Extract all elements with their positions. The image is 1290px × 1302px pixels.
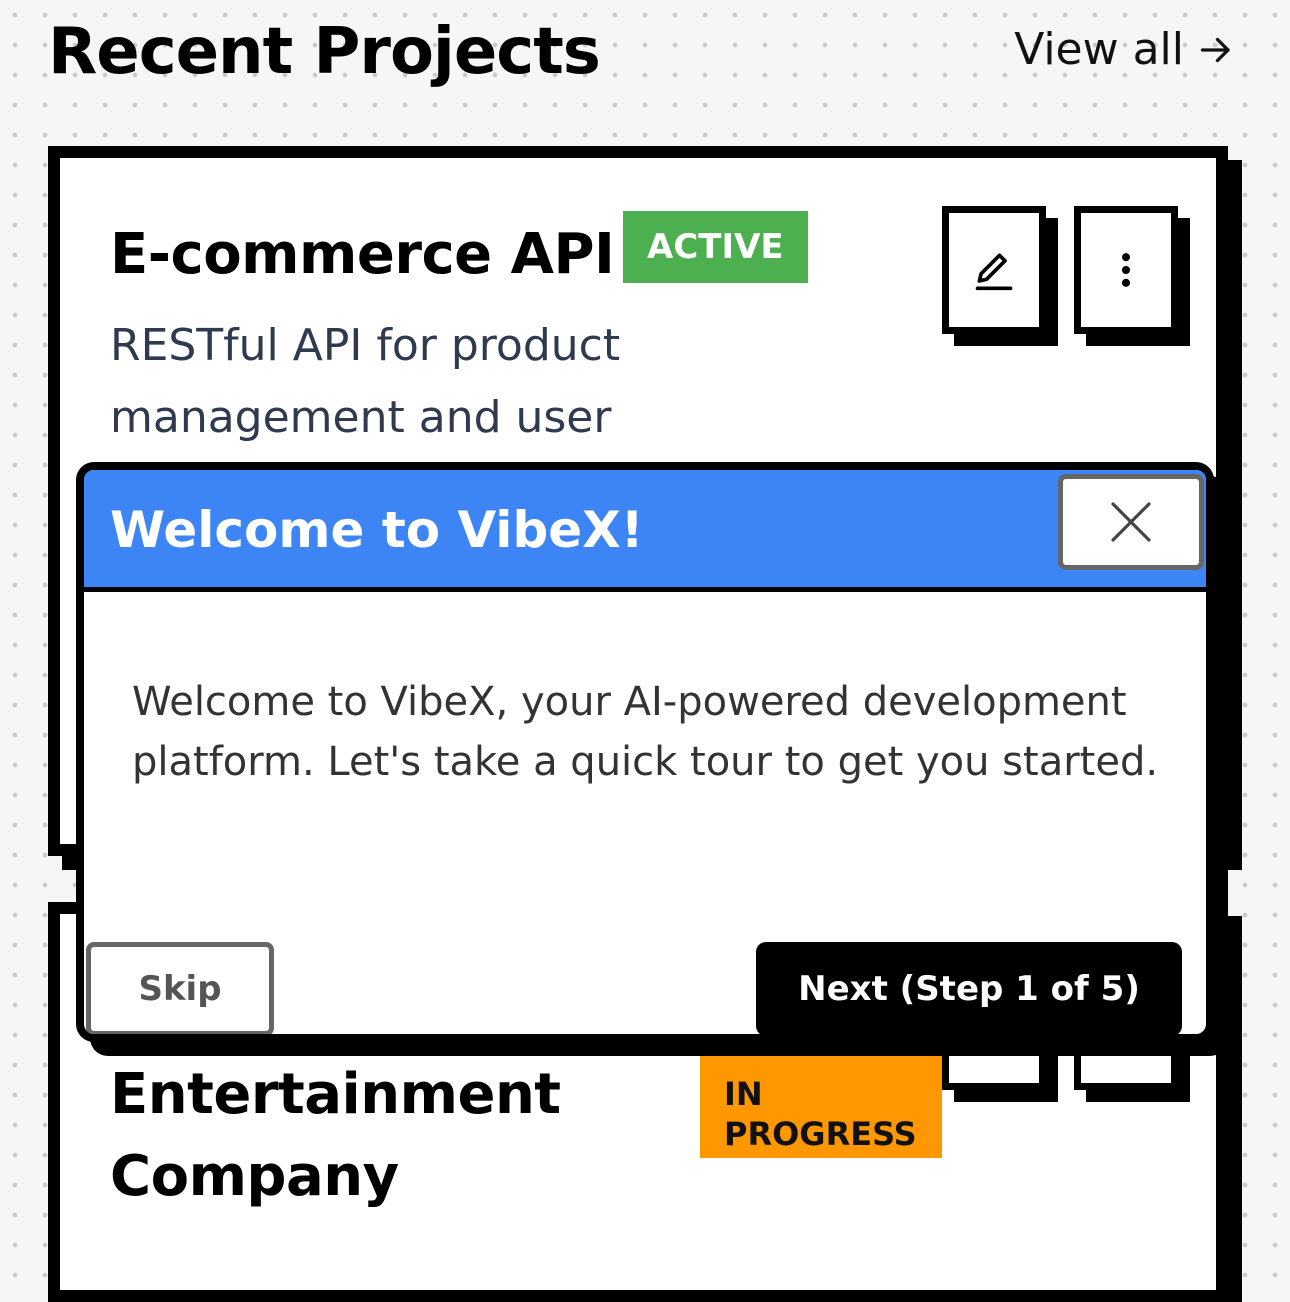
arrow-right-icon — [1200, 37, 1230, 63]
dialog-title: Welcome to VibeX! — [110, 501, 644, 559]
edit-project-button[interactable] — [942, 206, 1046, 334]
close-icon — [1111, 502, 1151, 542]
next-step-button[interactable]: Next (Step 1 of 5) — [756, 942, 1182, 1034]
view-all-link[interactable]: View all — [1014, 20, 1234, 80]
project-description: RESTful API for product management and u… — [110, 320, 621, 443]
close-button[interactable] — [1058, 474, 1204, 570]
view-all-label: View all — [1014, 24, 1184, 75]
skip-button[interactable]: Skip — [86, 942, 274, 1034]
status-badge: ACTIVE — [623, 211, 808, 283]
page-title: Recent Projects — [48, 15, 601, 89]
dialog-header: Welcome to VibeX! — [84, 470, 1206, 592]
project-title[interactable]: Entertainment Company — [110, 1054, 670, 1218]
welcome-tour-dialog: Welcome to VibeX! Welcome to VibeX, your… — [76, 462, 1214, 1042]
project-title[interactable]: E-commerce API — [110, 214, 615, 296]
more-options-button[interactable] — [1074, 206, 1178, 334]
status-badge: IN PROGRESS — [700, 1034, 942, 1158]
more-vertical-icon — [1121, 253, 1131, 287]
pencil-icon — [975, 253, 1013, 291]
dialog-body: Welcome to VibeX, your AI-powered develo… — [132, 679, 1159, 785]
